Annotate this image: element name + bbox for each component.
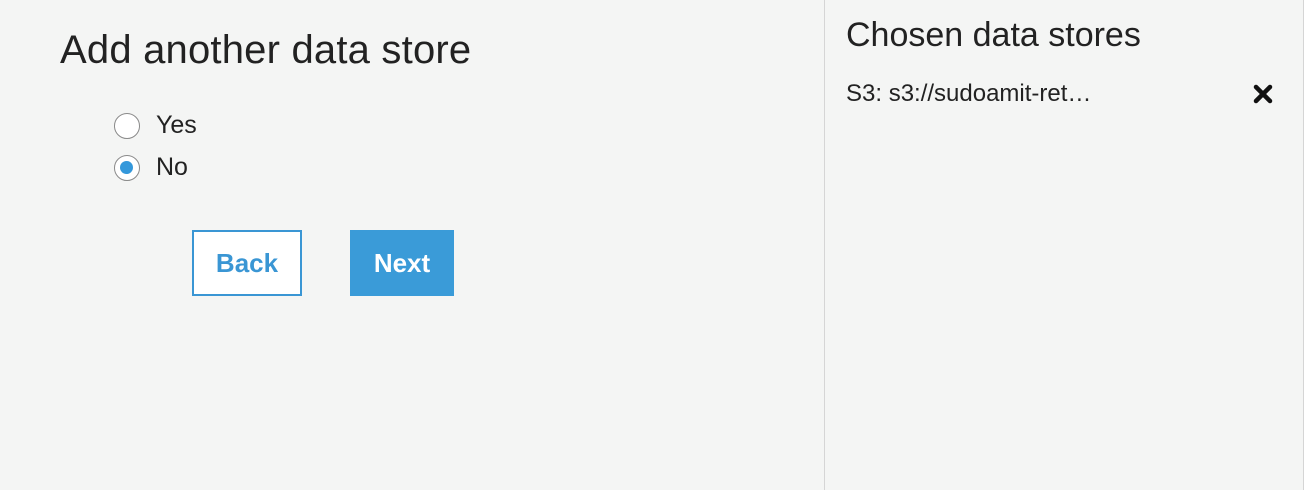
- chosen-stores-panel: Chosen data stores S3: s3://sudoamit-ret…: [825, 0, 1303, 490]
- radio-button-yes[interactable]: [114, 112, 140, 139]
- chosen-store-item: S3: s3://sudoamit-ret…: [846, 78, 1276, 110]
- radio-option-yes[interactable]: Yes: [114, 111, 197, 140]
- radio-label-yes: Yes: [156, 111, 197, 139]
- close-icon[interactable]: [1250, 81, 1276, 107]
- page-title: Add another data store: [60, 28, 472, 72]
- chosen-stores-title: Chosen data stores: [846, 16, 1141, 54]
- back-button[interactable]: Back: [192, 230, 302, 296]
- chosen-store-label: S3: s3://sudoamit-ret…: [846, 80, 1092, 107]
- main-pane: Add another data store Yes No Back Next: [0, 0, 824, 490]
- next-button[interactable]: Next: [350, 230, 454, 296]
- window-edge: [1303, 0, 1308, 490]
- radio-option-no[interactable]: No: [114, 153, 188, 182]
- radio-label-no: No: [156, 153, 188, 181]
- radio-button-no[interactable]: [114, 154, 140, 181]
